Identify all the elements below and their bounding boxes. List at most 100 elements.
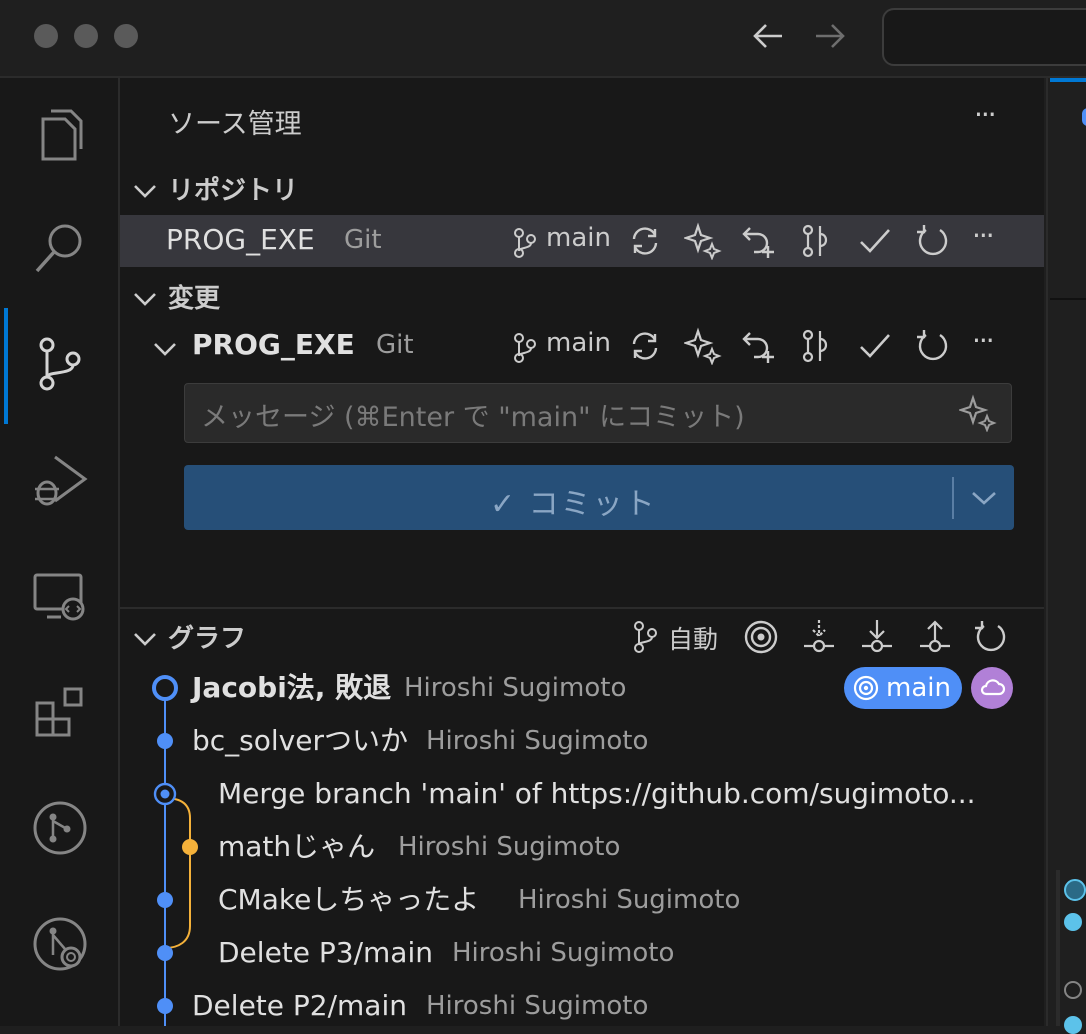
panel-title: ソース管理 — [168, 109, 302, 140]
active-view-indicator — [4, 308, 8, 424]
git-branch-icon — [514, 333, 536, 363]
graph-section-header[interactable]: グラフ — [168, 618, 246, 655]
pull-icon[interactable] — [858, 618, 896, 656]
commit-message: Jacobi法, 敗退 — [192, 671, 392, 704]
extensions-icon[interactable] — [24, 676, 96, 748]
changes-repo-type: Git — [376, 330, 414, 360]
sparkle-icon[interactable] — [682, 327, 722, 366]
sparkle-icon[interactable] — [682, 222, 722, 261]
commit-row[interactable]: Jacobi法, 敗退 Hiroshi Sugimoto main — [120, 662, 1044, 714]
arrow-right-icon[interactable] — [812, 16, 848, 65]
refresh-icon[interactable] — [972, 618, 1010, 656]
minimap-track — [1056, 870, 1060, 1026]
merge-commit-node — [153, 782, 177, 806]
commit-message: Delete P2/main — [192, 989, 407, 1022]
commit-message: bc_solverついか — [192, 724, 408, 757]
close-window-button[interactable] — [34, 24, 58, 48]
git-lens-icon[interactable] — [24, 908, 96, 980]
chevron-down-icon[interactable] — [132, 628, 158, 650]
commit-node — [182, 839, 198, 855]
head-commit-node — [152, 675, 178, 701]
target-icon — [853, 675, 879, 701]
commit-message-input[interactable]: メッセージ (⌘Enter で "main" にコミット) — [184, 383, 1012, 443]
push-icon[interactable] — [916, 618, 954, 656]
refresh-icon[interactable] — [914, 222, 952, 260]
commit-author: Hiroshi Sugimoto — [426, 991, 649, 1021]
minimap-node — [1064, 879, 1086, 901]
target-icon[interactable] — [742, 618, 780, 656]
editor-area-edge — [1046, 78, 1086, 1034]
editor-node — [1082, 108, 1086, 126]
chevron-down-icon[interactable] — [132, 180, 158, 202]
graph-auto-label: 自動 — [668, 625, 719, 654]
sparkle-icon[interactable] — [959, 394, 997, 432]
commit-node — [157, 945, 173, 961]
repo-type: Git — [344, 225, 382, 255]
commit-message-placeholder: メッセージ (⌘Enter で "main" にコミット) — [201, 402, 745, 433]
more-actions-button[interactable]: ··· — [974, 98, 997, 131]
cloud-icon[interactable] — [971, 667, 1013, 709]
remote-explorer-icon[interactable] — [24, 560, 96, 632]
run-debug-icon[interactable] — [24, 444, 96, 516]
commit-author: Hiroshi Sugimoto — [398, 832, 621, 862]
chevron-down-icon[interactable] — [132, 288, 158, 310]
branch-name: main — [546, 328, 611, 358]
sync-icon[interactable] — [626, 222, 664, 260]
git-branch-icon — [514, 228, 536, 258]
commit-row[interactable]: Delete P3/main Hiroshi Sugimoto — [120, 927, 1044, 979]
repo-name: PROG_EXE — [166, 223, 315, 256]
commit-author: Hiroshi Sugimoto — [518, 885, 741, 915]
changes-repository-row[interactable]: PROG_EXE Git main ··· — [120, 322, 1044, 374]
check-icon[interactable] — [856, 222, 894, 260]
git-compare-icon[interactable] — [798, 222, 836, 260]
arrow-left-icon[interactable] — [750, 16, 786, 65]
search-icon[interactable] — [24, 212, 96, 284]
commit-button-label: ✓ コミット — [490, 487, 657, 522]
sync-icon[interactable] — [626, 327, 664, 365]
refresh-icon[interactable] — [914, 327, 952, 365]
commit-row[interactable]: Delete P2/main Hiroshi Sugimoto — [120, 980, 1044, 1032]
undo-commit-icon[interactable] — [740, 222, 778, 260]
check-icon[interactable] — [856, 327, 894, 365]
minimap-node — [1064, 1016, 1082, 1034]
commit-node — [157, 892, 173, 908]
minimap-node — [1064, 981, 1082, 999]
active-tab-indicator — [1050, 78, 1086, 82]
minimap-node — [1064, 913, 1082, 931]
branch-badge-label: main — [886, 673, 951, 703]
changes-repo-more-button[interactable]: ··· — [972, 324, 995, 357]
fetch-icon[interactable] — [800, 618, 838, 656]
commit-message: Merge branch 'main' of https://github.co… — [218, 777, 976, 810]
repositories-section-header[interactable]: リポジトリ — [168, 170, 298, 207]
git-compare-icon[interactable] — [798, 327, 836, 365]
commit-row[interactable]: mathじゃん Hiroshi Sugimoto — [120, 821, 1044, 873]
chevron-down-icon[interactable] — [152, 338, 178, 360]
commit-author: Hiroshi Sugimoto — [452, 938, 675, 968]
commit-author: Hiroshi Sugimoto — [426, 726, 649, 756]
branch-badge[interactable]: main — [844, 667, 962, 709]
commit-row[interactable]: CMakeしちゃったよ Hiroshi Sugimoto — [120, 874, 1044, 926]
github-icon[interactable] — [24, 792, 96, 864]
source-control-panel: ソース管理 ··· リポジトリ PROG_EXE Git main ··· 変更… — [120, 78, 1044, 1026]
commit-author: Hiroshi Sugimoto — [404, 673, 627, 703]
maximize-window-button[interactable] — [114, 24, 138, 48]
changes-section-header[interactable]: 変更 — [168, 278, 220, 315]
title-bar — [0, 0, 1086, 78]
editor-divider — [1050, 298, 1086, 300]
commit-button[interactable]: ✓ コミット — [184, 465, 1014, 530]
commit-row[interactable]: bc_solverついか Hiroshi Sugimoto — [120, 715, 1044, 767]
chevron-down-icon[interactable] — [970, 487, 998, 509]
command-center[interactable] — [882, 8, 1086, 66]
section-divider — [120, 607, 1044, 609]
branch-name: main — [546, 223, 611, 253]
repository-row[interactable]: PROG_EXE Git main ··· — [120, 215, 1044, 267]
commit-message: Delete P3/main — [218, 936, 433, 969]
source-control-icon[interactable] — [24, 328, 96, 400]
minimize-window-button[interactable] — [74, 24, 98, 48]
files-icon[interactable] — [24, 100, 96, 172]
undo-commit-icon[interactable] — [740, 327, 778, 365]
commit-message: mathじゃん — [218, 830, 376, 863]
repo-more-button[interactable]: ··· — [972, 219, 995, 252]
commit-row[interactable]: Merge branch 'main' of https://github.co… — [120, 768, 1044, 820]
changes-repo-name: PROG_EXE — [192, 328, 355, 361]
